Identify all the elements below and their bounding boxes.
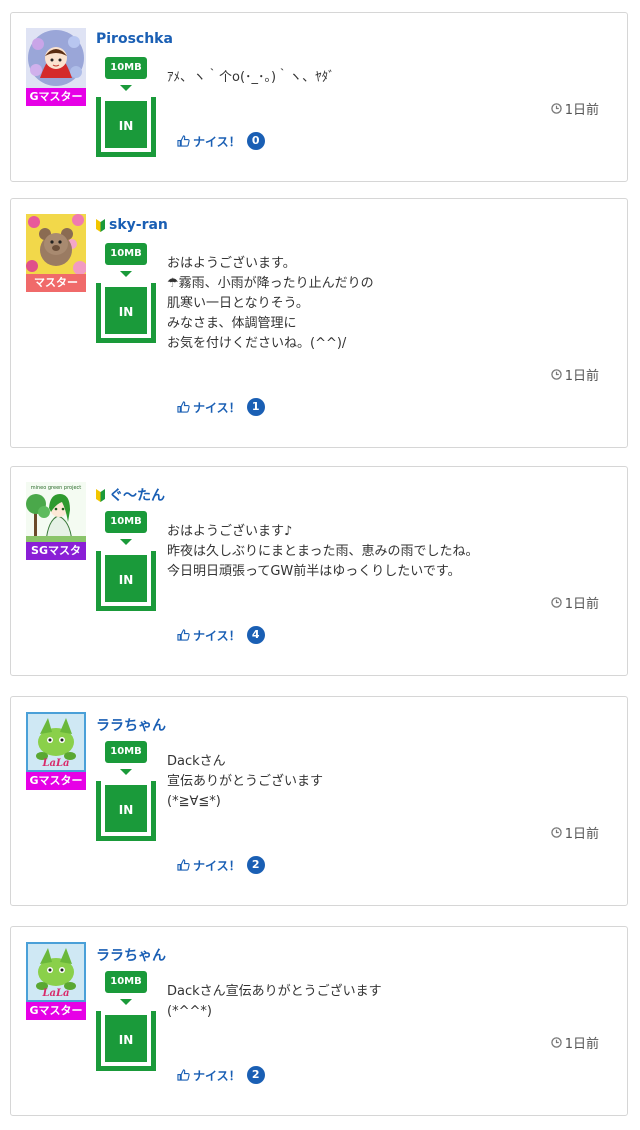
clock-icon — [550, 369, 562, 380]
avatar[interactable]: LaLa — [26, 942, 86, 1002]
rank-badge: マスター — [26, 274, 86, 292]
rank-badge: Gマスター — [26, 772, 86, 790]
username-text[interactable]: Piroschka — [96, 31, 173, 47]
post-message: おはようございます♪ 昨夜は久しぶりにまとまった雨、恵みの雨でしたね。 今日明日… — [167, 524, 479, 579]
post-card: マスター sky-ran 10MB IN おはようございます。 ☂霧雨、小雨が降… — [10, 198, 628, 448]
timestamp-text: 1日前 — [564, 597, 599, 612]
arrow-down-icon — [120, 539, 132, 545]
nice-count-badge: 2 — [246, 1066, 265, 1084]
username-link[interactable]: ララちゃん — [96, 945, 166, 965]
nice-label[interactable]: ナイス！ — [193, 857, 241, 874]
post-card: LaLa Gマスター ララちゃん 10MB IN Dackさん 宣伝ありがとうご… — [10, 696, 628, 906]
data-tank: IN — [96, 283, 156, 343]
avatar[interactable]: mineo green project — [26, 482, 86, 542]
arrow-down-icon — [120, 271, 132, 277]
thumbs-up-icon — [177, 1069, 190, 1081]
post-timestamp: 1日前 — [550, 365, 599, 384]
avatar[interactable]: LaLa — [26, 712, 86, 772]
username-link[interactable]: sky-ran — [96, 217, 168, 233]
post-message: Dackさん 宣伝ありがとうございます (*≧∀≦*) — [167, 754, 324, 809]
rank-badge: SGマスタ — [26, 542, 86, 560]
nice-count-badge: 1 — [246, 398, 265, 416]
user-avatar-block[interactable]: Gマスター — [26, 28, 87, 106]
tank-label: IN — [118, 119, 134, 133]
beginner-mark-icon — [96, 218, 105, 232]
username-link[interactable]: ぐ～たん — [96, 485, 165, 505]
post-timestamp: 1日前 — [550, 99, 599, 118]
rank-badge: Gマスター — [26, 88, 86, 106]
nice-label[interactable]: ナイス！ — [193, 133, 241, 150]
thumbs-up-icon — [177, 135, 190, 147]
post-message: おはようございます。 ☂霧雨、小雨が降ったり止んだりの 肌寒い一日となりそう。 … — [167, 256, 374, 351]
clock-icon — [550, 103, 562, 114]
arrow-down-icon — [120, 85, 132, 91]
clock-icon — [550, 827, 562, 838]
thumbs-up-icon — [177, 859, 190, 871]
user-avatar-block[interactable]: mineo green project SGマスタ — [26, 482, 87, 560]
tank-label: IN — [118, 1033, 134, 1047]
post-timestamp: 1日前 — [550, 1033, 599, 1052]
username-text[interactable]: ララちゃん — [96, 715, 166, 735]
post-message: Dackさん宣伝ありがとうございます (*^^*) — [167, 984, 382, 1019]
traffic-amount-tag: 10MB — [105, 511, 147, 533]
data-tank: IN — [96, 1011, 156, 1071]
data-tank: IN — [96, 781, 156, 841]
nice-button[interactable]: ナイス！ 2 — [177, 1066, 265, 1084]
thumbs-up-icon — [177, 401, 190, 413]
arrow-down-icon — [120, 999, 132, 1005]
traffic-amount-tag: 10MB — [105, 971, 147, 993]
tank-label: IN — [118, 573, 134, 587]
user-avatar-block[interactable]: LaLa Gマスター — [26, 942, 87, 1020]
tank-label: IN — [118, 305, 134, 319]
user-avatar-block[interactable]: LaLa Gマスター — [26, 712, 87, 790]
nice-count-badge: 0 — [246, 132, 265, 150]
beginner-mark-icon — [96, 488, 105, 502]
post-timestamp: 1日前 — [550, 823, 599, 842]
username-text[interactable]: ララちゃん — [96, 945, 166, 965]
timestamp-text: 1日前 — [564, 827, 599, 842]
avatar-caption: LaLa — [41, 758, 69, 769]
nice-count-badge: 4 — [246, 626, 265, 644]
avatar-caption: LaLa — [41, 988, 69, 999]
timestamp-text: 1日前 — [564, 1037, 599, 1052]
username-text[interactable]: ぐ～たん — [109, 485, 165, 505]
nice-label[interactable]: ナイス！ — [193, 627, 241, 644]
nice-button[interactable]: ナイス！ 1 — [177, 398, 265, 416]
tank-label: IN — [118, 803, 134, 817]
avatar[interactable] — [26, 214, 86, 274]
data-tank: IN — [96, 97, 156, 157]
nice-count-badge: 2 — [246, 856, 265, 874]
traffic-amount-tag: 10MB — [105, 243, 147, 265]
arrow-down-icon — [120, 769, 132, 775]
timestamp-text: 1日前 — [564, 369, 599, 384]
timestamp-text: 1日前 — [564, 103, 599, 118]
rank-badge: Gマスター — [26, 1002, 86, 1020]
clock-icon — [550, 597, 562, 608]
username-text[interactable]: sky-ran — [109, 217, 168, 233]
post-card: mineo green project SGマスタ ぐ～たん 10MB IN お… — [10, 466, 628, 676]
nice-label[interactable]: ナイス！ — [193, 399, 241, 416]
traffic-amount-tag: 10MB — [105, 57, 147, 79]
nice-button[interactable]: ナイス！ 4 — [177, 626, 265, 644]
post-card: LaLa Gマスター ララちゃん 10MB IN Dackさん宣伝ありがとうござ… — [10, 926, 628, 1116]
avatar-caption: mineo green project — [31, 485, 82, 491]
post-message: ｱﾒ、ヽ｀个o(･_･｡)｀ヽ、ﾔﾀﾞ — [167, 70, 335, 85]
post-timestamp: 1日前 — [550, 593, 599, 612]
traffic-amount-tag: 10MB — [105, 741, 147, 763]
data-tank: IN — [96, 551, 156, 611]
nice-label[interactable]: ナイス！ — [193, 1067, 241, 1084]
thumbs-up-icon — [177, 629, 190, 641]
avatar[interactable] — [26, 28, 86, 88]
nice-button[interactable]: ナイス！ 2 — [177, 856, 265, 874]
username-link[interactable]: ララちゃん — [96, 715, 166, 735]
feed: Gマスター Piroschka 10MB IN ｱﾒ、ヽ｀个o(･_･｡)｀ヽ、… — [0, 0, 640, 1130]
clock-icon — [550, 1037, 562, 1048]
username-link[interactable]: Piroschka — [96, 31, 173, 47]
post-card: Gマスター Piroschka 10MB IN ｱﾒ、ヽ｀个o(･_･｡)｀ヽ、… — [10, 12, 628, 182]
nice-button[interactable]: ナイス！ 0 — [177, 132, 265, 150]
user-avatar-block[interactable]: マスター — [26, 214, 87, 292]
